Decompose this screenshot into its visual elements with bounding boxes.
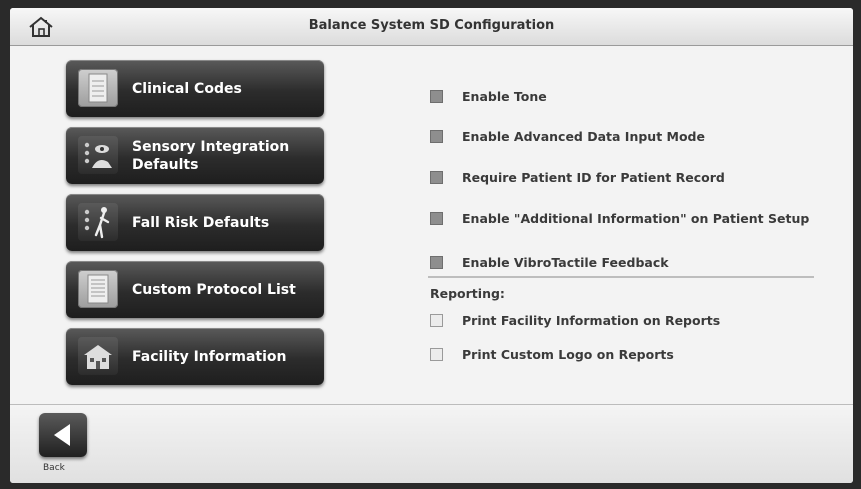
reporting-heading: Reporting: xyxy=(430,286,505,301)
clinical-codes-button[interactable]: Clinical Codes xyxy=(66,60,324,117)
enable-tone-label: Enable Tone xyxy=(462,89,547,104)
footer-bar: Back xyxy=(10,404,853,483)
sensory-integration-defaults-label: Sensory Integration Defaults xyxy=(132,138,290,173)
back-button[interactable] xyxy=(39,413,87,457)
custom-protocol-list-button[interactable]: Custom Protocol List xyxy=(66,261,324,318)
facility-information-button[interactable]: Facility Information xyxy=(66,328,324,385)
clipboard-icon xyxy=(78,69,118,107)
facility-information-label: Facility Information xyxy=(132,348,287,365)
fall-risk-defaults-button[interactable]: Fall Risk Defaults xyxy=(66,194,324,251)
section-divider xyxy=(428,276,814,278)
require-patient-id-label: Require Patient ID for Patient Record xyxy=(462,170,725,185)
enable-additional-information-label: Enable "Additional Information" on Patie… xyxy=(462,211,810,226)
title-bar: Balance System SD Configuration xyxy=(10,8,853,46)
page-title: Balance System SD Configuration xyxy=(308,18,555,33)
back-arrow-icon xyxy=(54,424,70,446)
fall-figure-icon xyxy=(78,203,118,241)
enable-additional-information-checkbox[interactable] xyxy=(430,212,443,225)
clinical-codes-label: Clinical Codes xyxy=(132,80,242,97)
print-custom-logo-label: Print Custom Logo on Reports xyxy=(462,347,674,362)
require-patient-id-checkbox[interactable] xyxy=(430,171,443,184)
fall-risk-defaults-label: Fall Risk Defaults xyxy=(132,214,270,231)
building-icon xyxy=(78,337,118,375)
print-facility-information-checkbox[interactable] xyxy=(430,314,443,327)
print-custom-logo-checkbox[interactable] xyxy=(430,348,443,361)
main-content: Clinical Codes Sensory Integration Defau… xyxy=(10,46,853,404)
custom-protocol-list-label: Custom Protocol List xyxy=(132,281,296,298)
app-window: Balance System SD Configuration Clinical… xyxy=(10,8,853,483)
sensory-integration-defaults-button[interactable]: Sensory Integration Defaults xyxy=(66,127,324,184)
enable-vibrotactile-feedback-label: Enable VibroTactile Feedback xyxy=(462,255,669,270)
list-icon xyxy=(78,270,118,308)
back-label: Back xyxy=(43,463,65,473)
enable-advanced-data-input-label: Enable Advanced Data Input Mode xyxy=(462,129,705,144)
print-facility-information-label: Print Facility Information on Reports xyxy=(462,313,721,328)
sensory-icon xyxy=(78,136,118,174)
enable-vibrotactile-feedback-checkbox[interactable] xyxy=(430,256,443,269)
enable-tone-checkbox[interactable] xyxy=(430,90,443,103)
enable-advanced-data-input-checkbox[interactable] xyxy=(430,130,443,143)
